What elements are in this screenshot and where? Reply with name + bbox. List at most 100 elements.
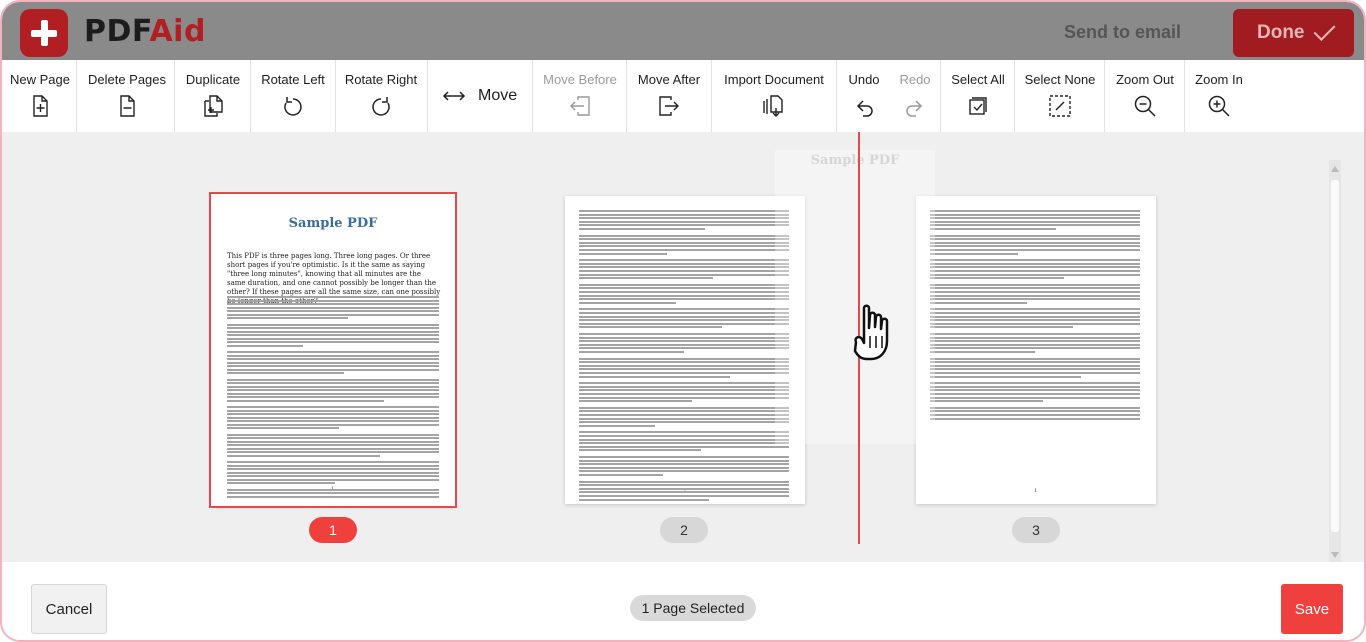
text-line: [930, 270, 1140, 272]
text-line: [579, 417, 789, 420]
move-after-button[interactable]: Move After: [630, 60, 708, 132]
delete-page-icon: [120, 95, 135, 117]
undo-button[interactable]: Undo: [840, 60, 888, 132]
duplicate-icon: [204, 95, 223, 117]
zoom-out-button[interactable]: Zoom Out: [1108, 60, 1182, 132]
duplicate-button[interactable]: Duplicate: [178, 60, 248, 132]
scroll-up-arrow-icon[interactable]: [1331, 166, 1339, 172]
scroll-down-arrow-icon[interactable]: [1331, 552, 1339, 558]
text-line: [930, 417, 1140, 420]
text-line: [930, 273, 1140, 276]
toolbar-divider: [532, 60, 533, 132]
text-line: [227, 437, 439, 439]
text-line: [930, 368, 1140, 371]
done-label: Done: [1257, 22, 1305, 43]
toolbar-divider: [76, 60, 77, 132]
zoom-in-button[interactable]: Zoom In: [1188, 60, 1250, 132]
toolbar-divider: [1014, 60, 1015, 132]
text-line: [227, 406, 439, 408]
cancel-button[interactable]: Cancel: [31, 584, 107, 634]
text-line: [579, 326, 722, 329]
text-line: [579, 466, 789, 469]
text-line: [227, 413, 439, 415]
page-number-badge-2[interactable]: 2: [660, 517, 708, 543]
app-window: PDFAid Send to email Done New Page Delet…: [0, 0, 1366, 642]
zoom-out-icon: [1134, 95, 1156, 117]
import-document-label: Import Document: [724, 72, 824, 87]
select-none-button[interactable]: Select None: [1018, 60, 1102, 132]
import-document-button[interactable]: Import Document: [715, 60, 833, 132]
text-line: [579, 259, 789, 262]
text-line: [227, 495, 439, 498]
move-before-button[interactable]: Move Before: [538, 60, 622, 132]
brand-logo[interactable]: PDFAid: [84, 14, 206, 49]
text-line: [579, 364, 789, 367]
send-to-email-button[interactable]: Send to email: [1064, 22, 1181, 43]
scrollbar-thumb[interactable]: [1331, 180, 1339, 532]
select-all-button[interactable]: Select All: [944, 60, 1012, 132]
text-line: [579, 456, 789, 458]
move-button[interactable]: Move: [442, 60, 522, 132]
text-line: [930, 336, 1140, 339]
text-line: [930, 241, 1140, 244]
text-line: [930, 234, 1140, 237]
text-line: [227, 306, 439, 309]
vertical-scrollbar[interactable]: [1329, 160, 1341, 564]
page-thumbnail-3[interactable]: 1: [916, 196, 1156, 504]
text-line: [579, 287, 789, 290]
text-line: [930, 385, 1140, 388]
text-line: [579, 498, 709, 501]
delete-pages-button[interactable]: Delete Pages: [82, 60, 172, 132]
text-line: [227, 341, 439, 343]
text-line: [930, 347, 1140, 350]
text-line: [579, 252, 667, 255]
grab-hand-cursor-icon: [853, 304, 889, 361]
text-line: [227, 447, 439, 450]
text-line: [227, 296, 439, 298]
text-line: [930, 396, 1140, 399]
text-line: [579, 294, 789, 297]
text-line: [227, 399, 384, 402]
zoom-in-label: Zoom In: [1195, 72, 1243, 87]
text-line: [579, 495, 789, 497]
done-button[interactable]: Done: [1233, 9, 1354, 57]
rotate-right-button[interactable]: Rotate Right: [340, 60, 422, 132]
text-line: [227, 475, 439, 477]
select-none-label: Select None: [1024, 72, 1096, 87]
page-number-badge-3[interactable]: 3: [1012, 517, 1060, 543]
text-line: [579, 347, 789, 350]
text-line: [930, 308, 1140, 311]
text-line: [930, 393, 1140, 395]
text-line: [579, 234, 789, 237]
text-line: [930, 375, 1081, 378]
rotate-left-icon: [284, 97, 302, 116]
text-line: [227, 451, 439, 453]
page-thumbnail-2[interactable]: 2: [565, 196, 805, 504]
text-line: [579, 262, 789, 265]
page-thumbnail-1[interactable]: Sample PDF This PDF is three pages long.…: [209, 192, 457, 508]
undo-label: Undo: [848, 72, 880, 87]
new-page-button[interactable]: New Page: [6, 60, 74, 132]
text-line: [579, 474, 663, 476]
redo-button[interactable]: Redo: [892, 60, 938, 132]
text-line: [579, 484, 789, 487]
text-line: [227, 492, 439, 494]
text-line: [227, 303, 439, 305]
save-button[interactable]: Save: [1281, 584, 1343, 634]
text-line: [930, 287, 1140, 290]
text-line: [227, 464, 439, 467]
text-line: [930, 262, 1140, 265]
text-line: [227, 354, 439, 357]
rotate-left-button[interactable]: Rotate Left: [254, 60, 332, 132]
text-line: [930, 259, 1140, 262]
text-line: [579, 357, 789, 360]
text-line: [227, 368, 439, 371]
page-number-badge-1[interactable]: 1: [309, 517, 357, 543]
import-document-icon: [763, 95, 783, 117]
redo-label: Redo: [899, 72, 931, 87]
text-line: [930, 406, 1140, 409]
text-line: [227, 382, 439, 384]
text-line: [227, 361, 439, 364]
zoom-out-label: Zoom Out: [1116, 72, 1174, 87]
text-line: [579, 361, 789, 364]
